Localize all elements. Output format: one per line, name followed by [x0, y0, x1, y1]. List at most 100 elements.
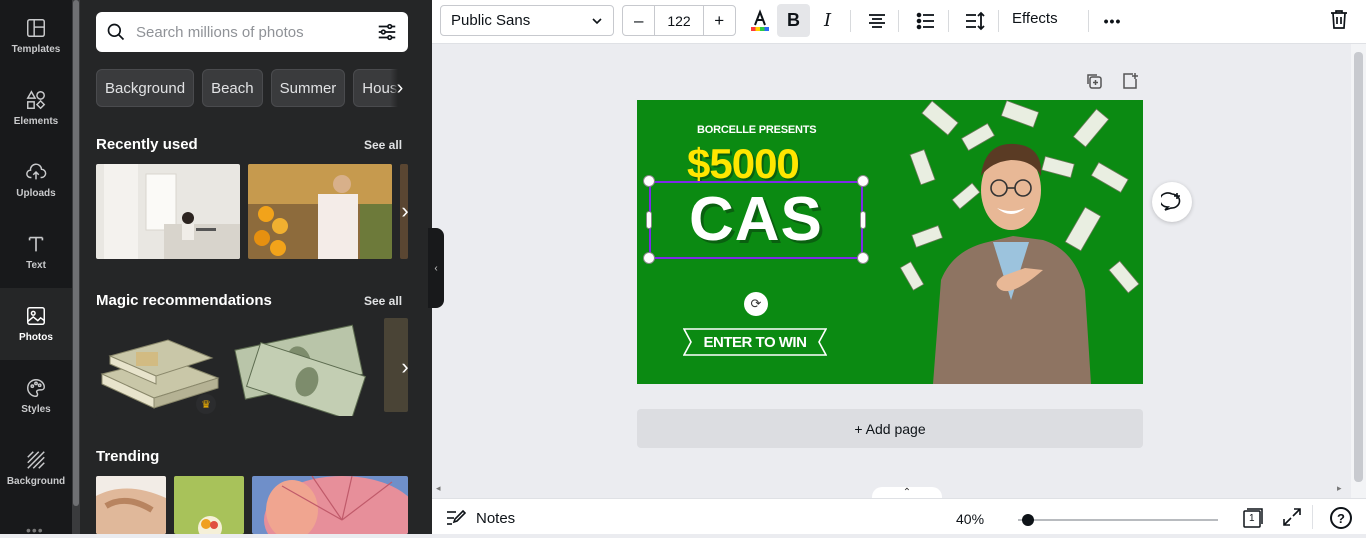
- text-selection-box[interactable]: [649, 181, 863, 259]
- toolbar-divider: [898, 10, 899, 32]
- resize-handle-right[interactable]: [860, 211, 866, 229]
- canvas-vscroll-thumb[interactable]: [1354, 52, 1363, 482]
- resize-handle-top-right[interactable]: [857, 175, 869, 187]
- increase-font-size-button[interactable]: +: [704, 6, 735, 35]
- spacing-button[interactable]: [958, 4, 991, 37]
- panel-scroll-thumb[interactable]: [73, 0, 79, 506]
- rail-item-templates[interactable]: Templates: [0, 0, 72, 72]
- rail-label: Templates: [11, 44, 61, 55]
- chevron-right-icon[interactable]: ›: [390, 69, 410, 107]
- more-apps-icon[interactable]: •••: [26, 522, 44, 538]
- bottombar-divider: [1312, 505, 1313, 529]
- rail-item-elements[interactable]: Elements: [0, 72, 72, 144]
- trash-icon: [1331, 10, 1347, 29]
- bullet-list-icon: [916, 12, 934, 29]
- rail-label: Background: [6, 476, 66, 487]
- bottom-bar: Notes 40% 1 ?: [432, 498, 1366, 534]
- effects-button[interactable]: Effects: [1012, 10, 1058, 27]
- rail-label: Styles: [21, 404, 51, 415]
- collapse-panel-button[interactable]: ‹: [428, 228, 444, 308]
- design-presents-text[interactable]: BORCELLE PRESENTS: [697, 124, 817, 136]
- photo-search-box[interactable]: Search millions of photos: [96, 12, 408, 52]
- filter-icon[interactable]: [376, 21, 398, 43]
- trending-photo-hands[interactable]: [96, 476, 166, 534]
- search-input[interactable]: Search millions of photos: [136, 24, 376, 41]
- background-icon: [27, 451, 45, 469]
- toolbar-divider: [948, 10, 949, 32]
- recently-used-title: Recently used: [96, 136, 198, 153]
- font-family-dropdown[interactable]: Public Sans: [440, 5, 614, 36]
- more-options-icon[interactable]: •••: [1096, 4, 1129, 37]
- bold-button[interactable]: B: [777, 4, 810, 37]
- page-count: 1: [1249, 513, 1255, 524]
- rail-item-uploads[interactable]: Uploads: [0, 144, 72, 216]
- comment-plus-icon: [1161, 192, 1181, 211]
- resize-handle-left[interactable]: [646, 211, 652, 229]
- decrease-font-size-button[interactable]: –: [623, 6, 654, 35]
- rail-item-text[interactable]: Text: [0, 216, 72, 288]
- zoom-slider-knob[interactable]: [1022, 514, 1034, 526]
- fullscreen-button[interactable]: [1282, 507, 1302, 532]
- trending-photo-mushroom[interactable]: [252, 476, 408, 534]
- magic-photo-dollar-bills[interactable]: [230, 318, 380, 416]
- magic-recommendations-title: Magic recommendations: [96, 292, 272, 309]
- duplicate-page-icon[interactable]: [1085, 72, 1105, 92]
- recent-photo-grocery[interactable]: [248, 164, 392, 259]
- add-page-button[interactable]: + Add page: [637, 409, 1143, 448]
- scroll-left-arrow-icon[interactable]: ◂: [436, 483, 441, 494]
- resize-handle-bottom-left[interactable]: [643, 252, 655, 264]
- rail-label: Photos: [19, 332, 53, 343]
- zoom-slider[interactable]: [1018, 514, 1218, 526]
- design-man-money-photo[interactable]: [893, 100, 1143, 384]
- panel-scrollbar[interactable]: [72, 0, 80, 534]
- chevron-down-icon: [592, 17, 602, 24]
- rail-item-styles[interactable]: Styles: [0, 360, 72, 432]
- resize-handle-top-left[interactable]: [643, 175, 655, 187]
- zoom-level[interactable]: 40%: [956, 511, 984, 527]
- add-page-icon[interactable]: [1121, 72, 1141, 92]
- rail-item-photos[interactable]: Photos: [0, 288, 72, 360]
- photos-panel: Search millions of photos Background Bea…: [72, 0, 432, 534]
- align-center-button[interactable]: [860, 4, 893, 37]
- rail-label: Text: [26, 260, 46, 271]
- design-cta-banner[interactable]: ENTER TO WIN: [682, 328, 828, 356]
- trending-photo-fruit[interactable]: [174, 476, 244, 534]
- recent-next-chevron-icon[interactable]: ›: [393, 191, 417, 231]
- chip-background[interactable]: Background: [96, 69, 195, 107]
- text-color-icon: [750, 8, 769, 31]
- notes-button[interactable]: Notes: [446, 509, 515, 527]
- page-grid-button[interactable]: 1: [1242, 507, 1264, 534]
- chip-summer[interactable]: Summer: [270, 69, 346, 107]
- styles-icon: [27, 379, 45, 397]
- line-spacing-icon: [965, 11, 985, 30]
- help-button[interactable]: ?: [1330, 507, 1352, 529]
- photos-icon: [27, 307, 45, 325]
- design-cta-text: ENTER TO WIN: [703, 334, 807, 351]
- magic-next-chevron-icon[interactable]: ›: [393, 347, 417, 387]
- rail-item-background[interactable]: Background: [0, 432, 72, 504]
- canvas-vertical-scrollbar[interactable]: [1351, 44, 1366, 498]
- search-icon: [107, 23, 125, 41]
- chip-beach[interactable]: Beach: [202, 69, 263, 107]
- text-toolbar: Public Sans – 122 + B I Effects •••: [432, 0, 1366, 44]
- notes-label: Notes: [476, 509, 516, 527]
- scroll-right-arrow-icon[interactable]: ▸: [1337, 483, 1342, 494]
- uploads-icon: [26, 163, 47, 180]
- list-button[interactable]: [909, 4, 942, 37]
- toolbar-divider: [850, 10, 851, 32]
- recently-used-see-all[interactable]: See all: [364, 138, 402, 152]
- add-comment-button[interactable]: [1152, 182, 1192, 222]
- suggestion-chips: Background Beach Summer House: [96, 69, 408, 107]
- elements-icon: [26, 90, 46, 110]
- magic-see-all[interactable]: See all: [364, 294, 402, 308]
- toolbar-divider: [998, 10, 999, 32]
- recent-photo-woman-laptop[interactable]: [96, 164, 240, 259]
- rotate-handle-icon[interactable]: ⟳: [744, 292, 768, 316]
- italic-button[interactable]: I: [811, 4, 844, 37]
- delete-button[interactable]: [1328, 8, 1350, 35]
- text-color-button[interactable]: [743, 4, 776, 37]
- notes-icon: [447, 509, 466, 525]
- align-center-icon: [868, 13, 885, 28]
- font-size-input[interactable]: 122: [654, 6, 704, 35]
- resize-handle-bottom-right[interactable]: [857, 252, 869, 264]
